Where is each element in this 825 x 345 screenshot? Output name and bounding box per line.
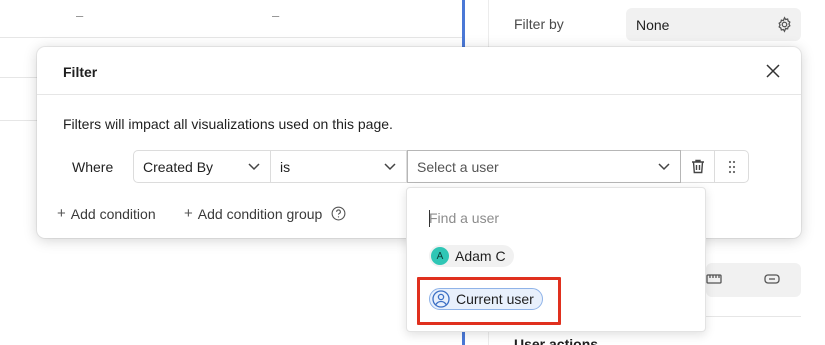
table-cell-dash: – xyxy=(272,8,280,23)
plus-icon: + xyxy=(184,205,193,222)
avatar: A xyxy=(431,247,449,265)
chevron-down-icon xyxy=(658,163,670,171)
user-option-label: Current user xyxy=(456,291,534,307)
table-cell-dash: – xyxy=(76,8,84,23)
text-cursor xyxy=(429,210,430,227)
modal-description: Filters will impact all visualizations u… xyxy=(63,116,393,132)
drag-condition-handle[interactable] xyxy=(715,150,749,183)
filter-by-value: None xyxy=(636,17,670,33)
plus-icon: + xyxy=(57,205,66,222)
add-condition-label: Add condition xyxy=(70,205,156,222)
user-select[interactable]: Select a user xyxy=(407,150,681,183)
modal-title: Filter xyxy=(63,64,98,80)
user-dropdown: A Adam C Current user xyxy=(406,187,706,332)
modal-divider xyxy=(37,94,801,95)
filter-by-control[interactable]: None xyxy=(626,8,801,41)
toggle-icon[interactable] xyxy=(764,273,780,285)
add-condition-group-button[interactable]: + Add condition group xyxy=(184,205,346,222)
chevron-down-icon xyxy=(384,163,396,171)
drag-handle-icon xyxy=(728,160,735,173)
user-option-current-user[interactable]: Current user xyxy=(429,288,543,310)
user-actions-heading: User actions xyxy=(514,336,599,345)
help-icon[interactable] xyxy=(331,206,346,221)
user-select-placeholder: Select a user xyxy=(417,158,499,175)
view-toggle[interactable] xyxy=(706,263,801,297)
user-icon xyxy=(432,290,450,308)
gear-icon[interactable] xyxy=(776,16,793,33)
field-select[interactable]: Created By xyxy=(133,150,271,183)
operator-select-value: is xyxy=(280,158,291,175)
trash-icon xyxy=(691,159,704,174)
table-row-divider xyxy=(0,37,462,38)
close-icon[interactable] xyxy=(765,63,781,79)
delete-condition-button[interactable] xyxy=(681,150,715,183)
chevron-down-icon xyxy=(248,163,260,171)
where-label: Where xyxy=(72,159,114,175)
field-select-value: Created By xyxy=(143,158,214,175)
condition-row: Created By is Select a user xyxy=(133,150,749,183)
find-user-input[interactable] xyxy=(429,210,679,226)
user-option-adam[interactable]: A Adam C xyxy=(429,245,514,267)
operator-select[interactable]: is xyxy=(271,150,407,183)
user-option-label: Adam C xyxy=(455,248,506,264)
add-condition-group-label: Add condition group xyxy=(197,205,323,222)
ruler-icon[interactable] xyxy=(706,273,722,285)
add-condition-button[interactable]: + Add condition xyxy=(57,205,156,222)
filter-by-label: Filter by xyxy=(514,16,564,32)
